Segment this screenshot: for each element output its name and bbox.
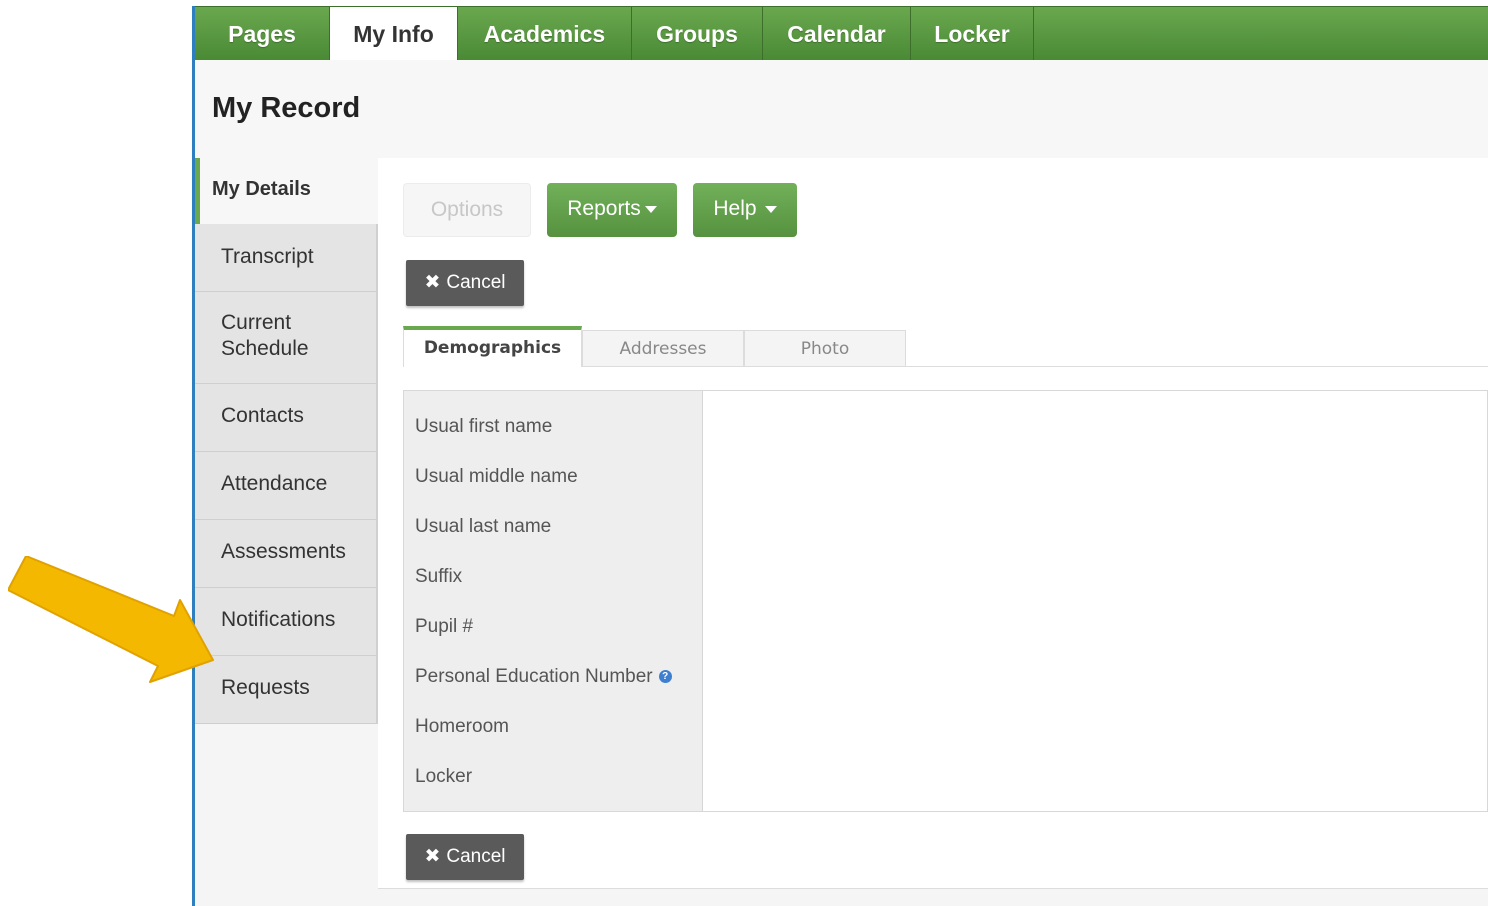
tab-pages[interactable]: Pages <box>195 7 330 61</box>
field-label-pen-text: Personal Education Number <box>415 666 653 687</box>
sidebar-item-assessments[interactable]: Assessments <box>195 520 378 588</box>
field-label-column: Usual first name Usual middle name Usual… <box>404 391 703 811</box>
field-label-suffix: Suffix <box>415 566 463 587</box>
cancel-button-label: Cancel <box>446 846 506 867</box>
sidebar-item-transcript[interactable]: Transcript <box>195 224 378 292</box>
tab-calendar[interactable]: Calendar <box>763 7 911 61</box>
arrow-icon <box>8 556 214 683</box>
field-label-homeroom: Homeroom <box>415 716 509 737</box>
cancel-button-top[interactable]: ✖ Cancel <box>406 260 524 306</box>
close-icon: ✖ <box>424 846 441 867</box>
tab-addresses[interactable]: Addresses <box>582 330 744 366</box>
sidebar-item-my-details[interactable]: My Details <box>195 158 378 224</box>
tab-academics[interactable]: Academics <box>458 7 632 61</box>
tab-my-info[interactable]: My Info <box>330 7 458 63</box>
help-button[interactable]: Help <box>693 183 797 237</box>
sidebar-item-current-schedule[interactable]: Current Schedule <box>195 292 378 384</box>
info-icon[interactable]: ? <box>658 670 672 683</box>
options-button[interactable]: Options <box>403 183 531 237</box>
field-label-middle-name: Usual middle name <box>415 466 578 487</box>
demographics-form: Usual first name Usual middle name Usual… <box>403 390 1488 812</box>
field-label-first-name: Usual first name <box>415 416 553 437</box>
sidebar-item-requests[interactable]: Requests <box>195 656 378 724</box>
main-content: Options Reports Help ✖ Cancel Demographic… <box>378 158 1488 889</box>
page-title: My Record <box>212 92 361 124</box>
sidebar-item-contacts[interactable]: Contacts <box>195 384 378 452</box>
title-bar: My Record <box>195 60 1488 159</box>
cancel-button-label: Cancel <box>446 272 506 293</box>
caret-down-icon <box>644 205 657 213</box>
tab-groups[interactable]: Groups <box>632 7 763 61</box>
sidebar-item-notifications[interactable]: Notifications <box>195 588 378 656</box>
cancel-button-bottom[interactable]: ✖ Cancel <box>406 834 524 880</box>
field-label-pupil-number: Pupil # <box>415 616 474 637</box>
tab-locker[interactable]: Locker <box>911 7 1034 61</box>
top-navigation: Pages My Info Academics Groups Calendar … <box>195 6 1488 63</box>
sidebar-item-attendance[interactable]: Attendance <box>195 452 378 520</box>
close-icon: ✖ <box>424 272 441 293</box>
field-label-last-name: Usual last name <box>415 516 552 537</box>
tab-demographics[interactable]: Demographics <box>403 326 582 367</box>
caret-down-icon <box>764 205 777 213</box>
app-frame: Pages My Info Academics Groups Calendar … <box>192 6 1488 906</box>
help-button-label: Help <box>713 197 757 220</box>
reports-button-label: Reports <box>567 197 641 220</box>
field-label-pen: Personal Education Number? <box>415 666 672 688</box>
record-subtabs: Demographics Addresses Photo <box>403 326 1488 367</box>
field-label-locker: Locker <box>415 766 473 787</box>
reports-button[interactable]: Reports <box>547 183 677 237</box>
tab-photo[interactable]: Photo <box>744 330 906 366</box>
